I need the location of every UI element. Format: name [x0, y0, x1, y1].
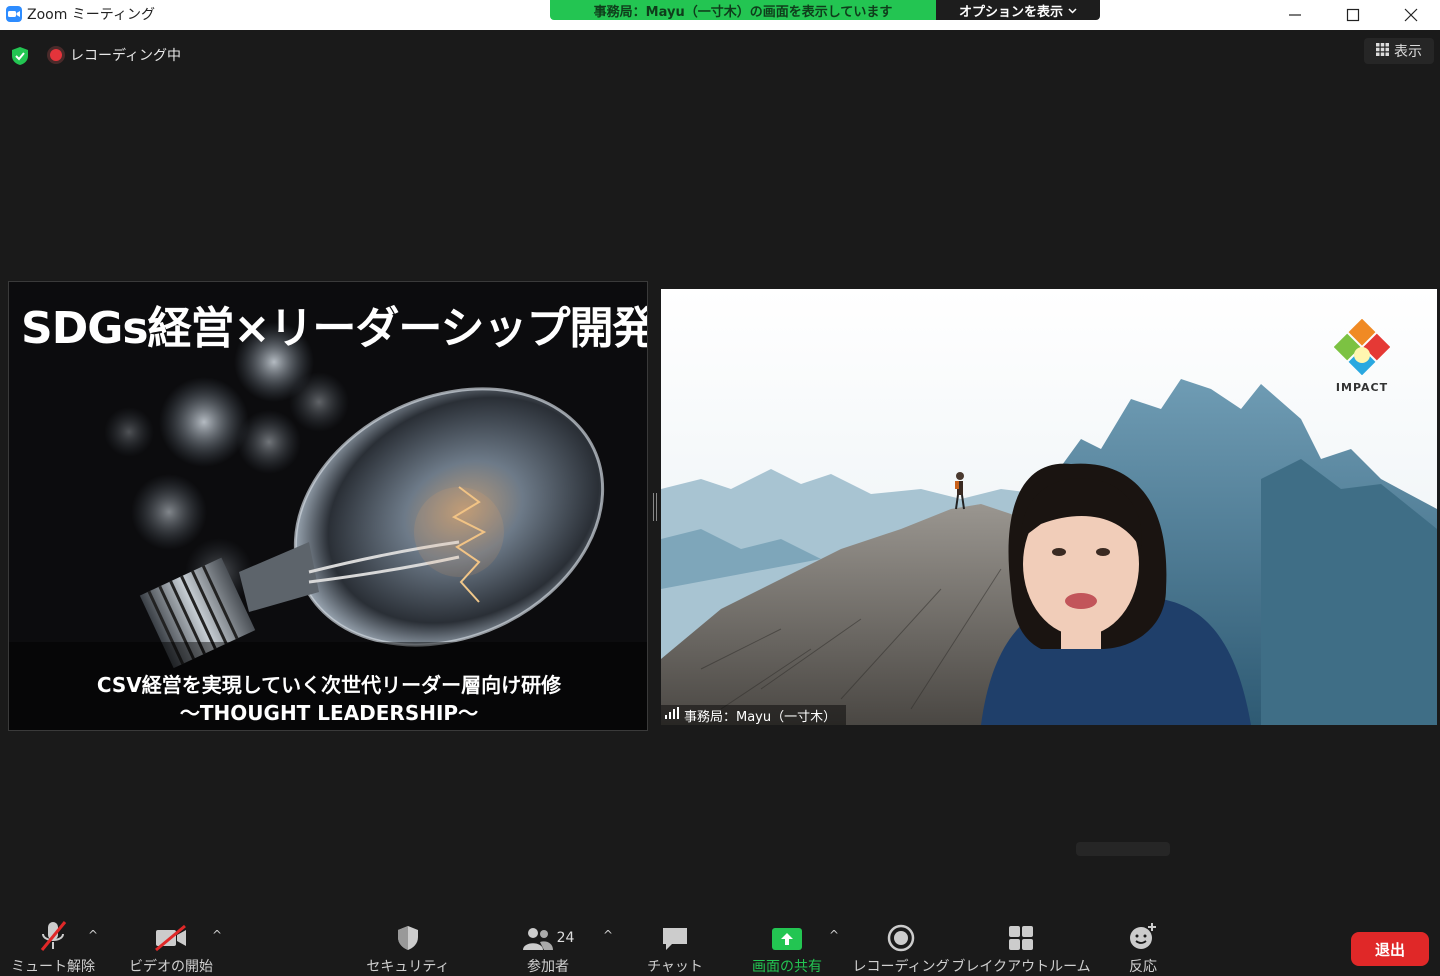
participants-options-chevron-icon[interactable]: ^	[603, 928, 613, 942]
chevron-down-icon	[1068, 3, 1077, 18]
breakout-rooms-icon	[1007, 918, 1035, 952]
maximize-button[interactable]	[1324, 0, 1382, 30]
impact-logo-icon	[1334, 319, 1390, 375]
reactions-button[interactable]: 反応	[1118, 918, 1168, 976]
record-button[interactable]: レコーディング	[852, 918, 950, 976]
signal-strength-icon	[665, 707, 679, 723]
mountain-background-image	[661, 289, 1437, 725]
audio-options-chevron-icon[interactable]: ^	[88, 928, 98, 942]
reaction-emoji-icon	[1128, 918, 1158, 952]
chat-label: チャット	[647, 959, 703, 975]
security-label: セキュリティ	[366, 959, 450, 975]
video-off-icon	[154, 918, 188, 952]
start-video-button[interactable]: ビデオの開始	[126, 918, 216, 976]
recording-indicator[interactable]: レコーディング中	[50, 44, 181, 66]
participant-name: 事務局：Mayu（一寸木）	[684, 709, 837, 725]
view-button[interactable]: 表示	[1364, 38, 1434, 64]
security-button[interactable]: セキュリティ	[366, 918, 450, 976]
unmute-button[interactable]: ミュート解除	[10, 918, 96, 976]
title-bar: Zoom ミーティング 事務局：Mayu（一寸木）の画面を表示しています オプシ…	[0, 0, 1440, 30]
participants-count: 24	[556, 930, 575, 946]
maximize-icon	[1346, 8, 1360, 22]
slide-subtitle-english: 〜THOUGHT LEADERSHIP〜	[179, 701, 479, 725]
participants-button[interactable]: 24 参加者	[510, 918, 586, 976]
recording-dot-icon	[50, 49, 62, 61]
chat-button[interactable]: チャット	[640, 918, 710, 976]
window-title: Zoom ミーティング	[27, 7, 155, 23]
encryption-shield-icon[interactable]	[8, 44, 32, 68]
share-status-text: 事務局：Mayu（一寸木）の画面を表示しています	[550, 0, 936, 20]
screen-share-banner: 事務局：Mayu（一寸木）の画面を表示しています オプションを表示	[550, 0, 1100, 20]
minimize-icon	[1289, 14, 1301, 16]
chat-bubble-icon	[660, 918, 690, 952]
close-button[interactable]	[1382, 0, 1440, 30]
close-icon	[1404, 8, 1418, 22]
microphone-muted-icon	[38, 918, 68, 952]
zoom-logo-icon	[6, 6, 22, 22]
speaker-video[interactable]: IMPACT 事務局：Mayu（一寸木）	[661, 289, 1437, 725]
video-options-chevron-icon[interactable]: ^	[212, 928, 222, 942]
grid-icon	[1376, 42, 1389, 60]
floating-control-bar[interactable]	[1076, 842, 1170, 856]
start-video-label: ビデオの開始	[129, 959, 213, 975]
view-label: 表示	[1394, 44, 1422, 60]
impact-logo-text: IMPACT	[1335, 381, 1389, 394]
security-shield-icon	[395, 918, 421, 952]
breakout-rooms-label: ブレイクアウトルーム	[951, 959, 1091, 975]
participants-label: 参加者	[527, 959, 569, 975]
reactions-label: 反応	[1129, 959, 1157, 975]
share-screen-button[interactable]: 画面の共有	[744, 918, 830, 976]
record-icon	[887, 918, 915, 952]
leave-meeting-button[interactable]: 退出	[1351, 932, 1429, 966]
unmute-label: ミュート解除	[11, 959, 95, 975]
recording-label: レコーディング中	[70, 48, 182, 64]
impact-logo: IMPACT	[1331, 319, 1393, 399]
meeting-toolbar: ミュート解除 ^ ビデオの開始 ^ セキュリティ 24 参加者 ^ チャット 画…	[0, 910, 1440, 975]
view-options-button[interactable]: オプションを表示	[936, 0, 1100, 20]
share-screen-icon	[771, 918, 803, 952]
shared-slide-video[interactable]: SDGs経営×リーダーシップ開発 CSV経営を実現していく次世代リーダー層向け研…	[8, 281, 648, 731]
participant-name-tag: 事務局：Mayu（一寸木）	[661, 705, 847, 725]
slide-subtitle: CSV経営を実現していく次世代リーダー層向け研修	[96, 673, 562, 697]
view-options-label: オプションを表示	[958, 4, 1063, 20]
minimize-button[interactable]	[1266, 0, 1324, 30]
window-controls	[1266, 0, 1440, 30]
breakout-rooms-button[interactable]: ブレイクアウトルーム	[951, 918, 1091, 976]
share-screen-label: 画面の共有	[752, 959, 822, 975]
splitter-handle[interactable]	[653, 493, 657, 521]
record-label: レコーディング	[852, 959, 950, 975]
participants-icon	[522, 928, 553, 950]
slide-title: SDGs経営×リーダーシップ開発	[21, 303, 648, 354]
share-options-chevron-icon[interactable]: ^	[829, 928, 839, 942]
app-title: Zoom ミーティング	[6, 4, 155, 24]
